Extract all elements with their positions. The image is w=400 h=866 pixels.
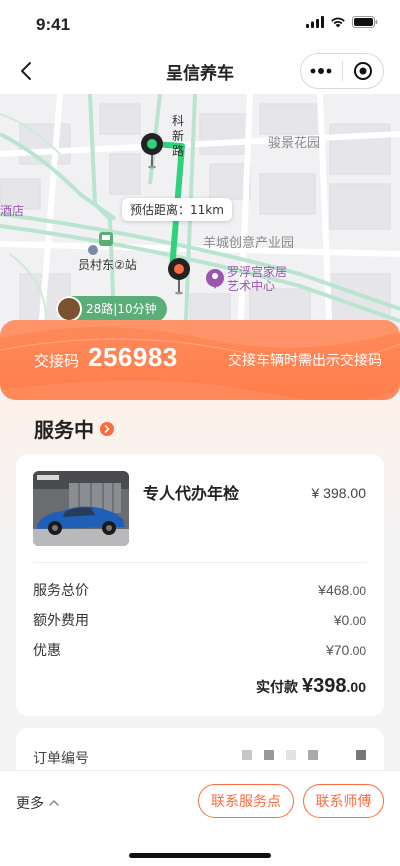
road-label-char: 路	[172, 144, 185, 158]
service-status-title[interactable]: 服务中	[34, 414, 114, 443]
bus-route-number: 28路	[86, 302, 114, 316]
contact-station-button[interactable]: 联系服务点	[198, 784, 294, 818]
more-menu-button[interactable]	[301, 54, 342, 88]
chevron-right-icon	[100, 421, 114, 436]
price-row-extra: 额外费用 ¥0.00	[33, 610, 366, 630]
map-label-museum-line1: 罗浮宫家居	[227, 265, 288, 279]
price-row-discount: 优惠 ¥70.00	[33, 640, 366, 660]
order-number-masked	[242, 750, 366, 760]
price-row-value: ¥468.00	[318, 582, 366, 598]
miniprogram-capsule	[300, 53, 384, 89]
paid-total-value: ¥398.00	[302, 675, 366, 697]
handover-code-value: 256983	[88, 342, 178, 372]
bottom-action-bar: 更多 联系服务点 联系师傅	[0, 770, 400, 866]
road-label-char: 科	[172, 114, 185, 128]
service-card: 专人代办年检 ¥ 398.00 服务总价 ¥468.00 额外费用 ¥0.00 …	[16, 454, 384, 716]
status-bar: 9:41	[0, 0, 400, 48]
eta-distance-bubble: 预估距离：11km	[122, 198, 232, 221]
chevron-up-icon	[49, 799, 59, 806]
card-divider	[33, 562, 367, 563]
road-label-char: 新	[172, 129, 185, 143]
map-label-museum-line2: 艺术中心	[227, 279, 276, 293]
nav-bar: 呈信养车	[0, 48, 400, 94]
order-number-label: 订单编号	[33, 751, 89, 767]
price-row-value: ¥0.00	[333, 612, 366, 628]
price-row-label: 额外费用	[33, 613, 89, 629]
map-label-bus-station: 员村东②站	[78, 258, 137, 272]
close-miniprogram-button[interactable]	[342, 54, 383, 88]
handover-code-label: 交接码	[34, 352, 80, 370]
price-row-label: 优惠	[33, 643, 61, 659]
target-close-icon	[353, 62, 372, 80]
price-row-label: 服务总价	[33, 583, 89, 599]
bus-route-badge[interactable]: 28路|10分钟	[56, 296, 167, 322]
price-row-total: 服务总价 ¥468.00	[33, 580, 366, 600]
order-content: 服务中 专人代办年检 ¥ 398.00 服务总价 ¥468.00 额外费用 ¥0…	[0, 400, 400, 788]
handover-code-hint: 交接车辆时需出示交接码	[228, 353, 382, 369]
status-icons	[306, 16, 378, 28]
more-label: 更多	[16, 796, 44, 812]
service-item-name: 专人代办年检	[143, 484, 240, 503]
battery-icon	[352, 16, 378, 28]
map-label-junjing: 骏景花园	[268, 136, 321, 151]
service-status-label: 服务中	[34, 418, 94, 442]
map-label-yangcheng: 羊城创意产业园	[203, 236, 295, 251]
road-label: 科 新 路	[172, 114, 184, 159]
status-time: 9:41	[36, 15, 71, 34]
wifi-icon	[331, 17, 345, 28]
handover-code-banner: 交接码 256983 交接车辆时需出示交接码	[0, 320, 400, 400]
signal-icon	[306, 16, 324, 28]
more-dots-icon	[310, 68, 332, 74]
map-label-hotel: 酒店	[0, 204, 25, 218]
home-indicator	[129, 853, 271, 858]
bus-route-time: 10分钟	[117, 302, 157, 316]
bus-icon	[56, 296, 82, 322]
more-button[interactable]: 更多	[16, 793, 60, 813]
contact-master-button[interactable]: 联系师傅	[303, 784, 384, 818]
app-screen: 9:41 呈信养车 预估距离：11km 科 新 路 骏景花园 羊城创意产业园 员…	[0, 0, 400, 866]
service-car-image	[33, 471, 129, 546]
paid-total-label: 实付款	[256, 680, 299, 696]
price-row-value: ¥70.00	[325, 642, 366, 658]
service-item-price: ¥ 398.00	[311, 485, 367, 501]
route-map[interactable]: 预估距离：11km 科 新 路 骏景花园 羊城创意产业园 员村东②站 酒店 罗浮…	[0, 94, 400, 344]
map-label-museum: 罗浮宫家居 艺术中心	[227, 265, 287, 293]
paid-total: 实付款 ¥398.00	[256, 675, 366, 698]
